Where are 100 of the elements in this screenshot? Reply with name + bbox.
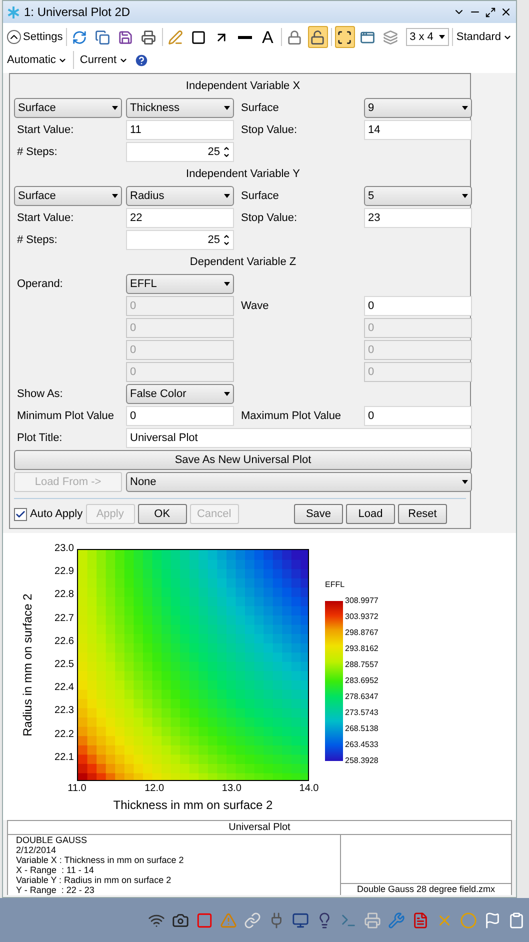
x-tick-label: 14.0 xyxy=(299,783,319,795)
variable-type-dropdown[interactable]: Surface xyxy=(14,98,122,118)
steps-spinner[interactable]: 25 xyxy=(126,142,234,162)
dialog-button[interactable]: Load xyxy=(346,504,395,524)
start-value-label: Start Value: xyxy=(16,122,75,138)
maximum-plot-value-field[interactable]: 0 xyxy=(364,406,472,426)
monitor-icon[interactable] xyxy=(292,912,309,928)
dialog-button[interactable]: OK xyxy=(138,504,187,524)
info-line: DOUBLE GAUSS xyxy=(16,835,88,845)
legend-tick-label: 278.6347 xyxy=(345,692,378,702)
section-heading: Independent Variable X xyxy=(186,78,300,94)
fit-icon xyxy=(337,30,352,44)
maximize-icon[interactable] xyxy=(485,6,496,18)
auto-apply-checkbox[interactable] xyxy=(14,508,27,520)
surface-number-dropdown[interactable]: 5 xyxy=(364,186,472,206)
standard-menu[interactable]: Standard xyxy=(456,28,512,46)
auto-apply-label: Auto Apply xyxy=(30,506,83,522)
legend-title: EFFL xyxy=(325,579,346,591)
stop-value-field[interactable]: 14 xyxy=(364,120,472,140)
info-line: 2/12/2014 xyxy=(16,845,58,855)
info-line: Y - Range : 22 - 23 xyxy=(16,885,96,895)
y-tick-label: 22.1 xyxy=(54,752,74,764)
start-value-field[interactable]: 22 xyxy=(126,208,234,228)
parameter-dropdown[interactable]: Thickness xyxy=(126,98,234,118)
load-from-dropdown[interactable]: None xyxy=(126,472,472,492)
y-tick-label: 22.5 xyxy=(54,659,74,671)
close-icon[interactable] xyxy=(500,6,512,18)
layout-dropdown[interactable]: 3 x 4 xyxy=(406,28,450,46)
dropdown-arrow-icon xyxy=(462,480,468,484)
start-value-label: Start Value: xyxy=(16,210,75,226)
save-icon xyxy=(118,30,134,44)
file-name: Double Gauss 28 degree field.zmx xyxy=(356,884,496,895)
info-line: X - Range : 11 - 14 xyxy=(16,865,95,875)
collapse-icon xyxy=(7,30,21,44)
minimum-plot-value-label: Minimum Plot Value xyxy=(16,408,115,424)
y-tick-label: 22.9 xyxy=(54,566,74,578)
steps-spinner[interactable]: 25 xyxy=(126,230,234,250)
info-title: Universal Plot xyxy=(228,821,290,834)
legend-tick-label: 283.6952 xyxy=(345,676,378,686)
x-axis-title: Thickness in mm on surface 2 xyxy=(113,797,273,814)
fit-button[interactable] xyxy=(334,26,355,48)
variable-type-dropdown[interactable]: Surface xyxy=(14,186,122,206)
show-as-label: Show As: xyxy=(16,386,64,402)
plot-title-field[interactable]: Universal Plot xyxy=(126,428,472,448)
surface-label: Surface xyxy=(240,188,280,204)
x-tick-label: 12.0 xyxy=(144,783,164,795)
plot-title-label: Plot Title: xyxy=(16,430,64,446)
copy-icon xyxy=(95,30,110,44)
window-title: 1: Universal Plot 2D xyxy=(24,4,130,21)
maximum-plot-value-label: Maximum Plot Value xyxy=(240,408,342,424)
legend-tick-label: 298.8767 xyxy=(345,628,378,638)
dropdown-arrow-icon xyxy=(112,106,118,110)
wave-field[interactable]: 0 xyxy=(364,296,472,316)
steps-label: # Steps: xyxy=(16,144,58,160)
steps-label: # Steps: xyxy=(16,232,58,248)
automatic-menu[interactable]: Automatic xyxy=(7,52,67,68)
legend-tick-label: 288.7557 xyxy=(345,660,378,670)
save-as-new-button[interactable]: Save As New Universal Plot xyxy=(14,450,472,470)
snowflake-icon xyxy=(7,6,20,18)
help-icon[interactable] xyxy=(134,52,149,68)
legend-tick-label: 303.9372 xyxy=(345,612,378,622)
link-icon[interactable] xyxy=(244,912,261,928)
y-tick-label: 22.6 xyxy=(54,636,74,648)
rectangle-icon xyxy=(191,30,206,44)
dropdown-arrow-icon xyxy=(112,194,118,198)
window-icon xyxy=(360,30,376,44)
stop-value-label: Stop Value: xyxy=(240,210,298,226)
start-value-field[interactable]: 11 xyxy=(126,120,234,140)
y-tick-label: 22.8 xyxy=(54,589,74,602)
stop-value-label: Stop Value: xyxy=(240,122,298,138)
operand-dropdown[interactable]: EFFL xyxy=(126,274,234,294)
operand-label: Operand: xyxy=(16,276,64,292)
flag-icon[interactable] xyxy=(484,912,501,928)
unlock-button[interactable] xyxy=(308,26,328,48)
text-tool-button[interactable]: A xyxy=(258,26,278,48)
clipboard-icon[interactable] xyxy=(508,912,525,928)
current-menu[interactable]: Current xyxy=(80,52,128,68)
show-as-dropdown[interactable]: False Color xyxy=(126,384,234,404)
legend-tick-label: 293.8162 xyxy=(345,644,378,654)
dropdown-arrow-icon xyxy=(224,392,230,396)
surface-number-dropdown[interactable]: 9 xyxy=(364,98,472,118)
y-axis-title: Radius in mm on surface 2 xyxy=(19,594,35,736)
dialog-button[interactable]: Reset xyxy=(398,504,447,524)
info-line: Variable X : Thickness in mm on surface 2 xyxy=(16,855,185,865)
y-tick-label: 22.7 xyxy=(54,612,74,625)
stop-value-field[interactable]: 23 xyxy=(364,208,472,228)
layers-icon xyxy=(383,30,398,44)
dialog-button[interactable]: Save xyxy=(294,504,343,524)
settings-button[interactable]: Settings xyxy=(7,28,63,46)
y-tick-label: 23.0 xyxy=(54,543,74,555)
camera-icon[interactable] xyxy=(172,912,189,928)
legend-tick-label: 258.3928 xyxy=(345,756,378,766)
legend-tick-label: 308.9977 xyxy=(345,596,378,606)
legend-tick-label: 263.4533 xyxy=(345,740,378,750)
wave-label: Wave xyxy=(240,298,270,314)
parameter-dropdown[interactable]: Radius xyxy=(126,186,234,206)
minimum-plot-value-field[interactable]: 0 xyxy=(126,406,234,426)
dropdown-arrow-icon xyxy=(462,194,468,198)
section-heading: Independent Variable Y xyxy=(186,166,300,182)
dropdown-arrow-icon xyxy=(224,106,230,110)
